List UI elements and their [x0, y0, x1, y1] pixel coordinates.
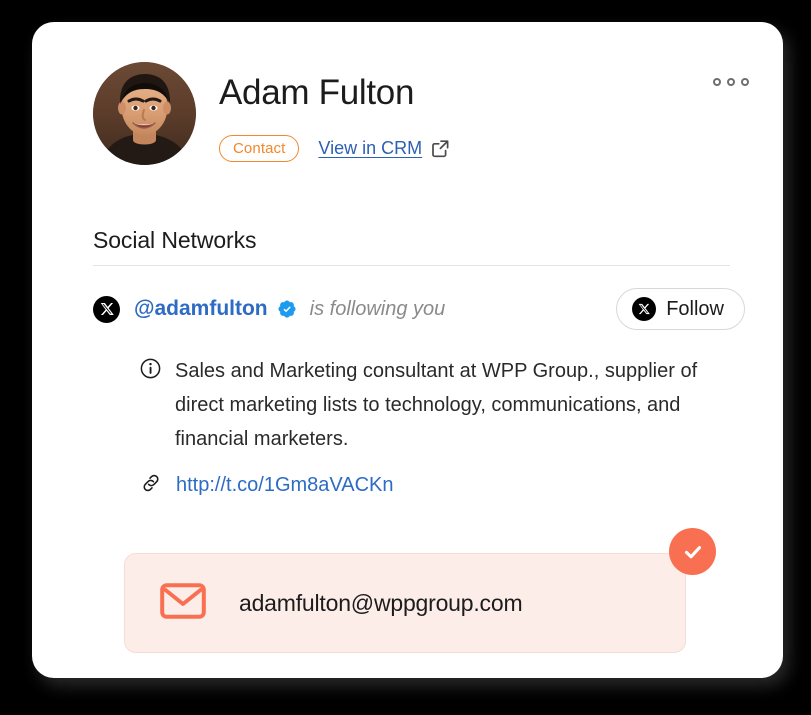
bio-row: Sales and Marketing consultant at WPP Gr… [140, 354, 720, 456]
social-handle[interactable]: @adamfulton [134, 297, 268, 321]
social-network-row: @adamfulton is following you Follow [93, 287, 745, 331]
section-title-social-networks: Social Networks [93, 227, 257, 253]
check-glyph [684, 545, 701, 558]
verified-badge-icon [277, 299, 297, 319]
avatar [93, 62, 196, 165]
screenshot-stage: Adam Fulton Contact View in CRM Social N… [0, 0, 811, 715]
kebab-dot-1 [713, 78, 721, 86]
follow-button-label: Follow [666, 297, 724, 320]
bio-text: Sales and Marketing consultant at WPP Gr… [175, 360, 698, 450]
external-link-icon [432, 140, 449, 158]
email-section: adamfulton@wppgroup.com [124, 528, 716, 653]
header-meta-row: Contact View in CRM [219, 135, 451, 162]
x-glyph [638, 303, 651, 315]
email-card[interactable]: adamfulton@wppgroup.com [124, 553, 686, 653]
view-in-crm-label: View in CRM [318, 138, 423, 158]
profile-url-text[interactable]: http://t.co/1Gm8aVACKn [176, 474, 394, 497]
check-circle-icon [669, 528, 716, 575]
more-options-button[interactable] [707, 72, 755, 92]
view-in-crm-link[interactable]: View in CRM [318, 138, 451, 159]
profile-url-row[interactable]: http://t.co/1Gm8aVACKn [140, 472, 394, 499]
info-circle-icon [140, 358, 161, 456]
page-title: Adam Fulton [219, 73, 415, 112]
x-twitter-icon [632, 297, 657, 321]
email-address: adamfulton@wppgroup.com [239, 589, 523, 616]
card-header: Adam Fulton Contact View in CRM [32, 22, 783, 197]
relationship-status: is following you [309, 297, 446, 320]
link-glyph [143, 474, 159, 492]
envelope-glyph [160, 582, 206, 619]
info-glyph [140, 358, 161, 379]
kebab-dot-3 [741, 78, 749, 86]
contact-card: Adam Fulton Contact View in CRM Social N… [32, 22, 783, 678]
x-glyph [100, 303, 114, 316]
section-divider [93, 265, 730, 266]
x-twitter-icon [93, 295, 120, 323]
verified-glyph [278, 300, 296, 318]
kebab-dot-2 [727, 78, 735, 86]
avatar-photo [93, 62, 196, 165]
link-chain-icon [140, 472, 162, 499]
status-badge: Contact [219, 135, 300, 162]
envelope-icon [160, 582, 206, 624]
follow-button[interactable]: Follow [616, 288, 745, 330]
